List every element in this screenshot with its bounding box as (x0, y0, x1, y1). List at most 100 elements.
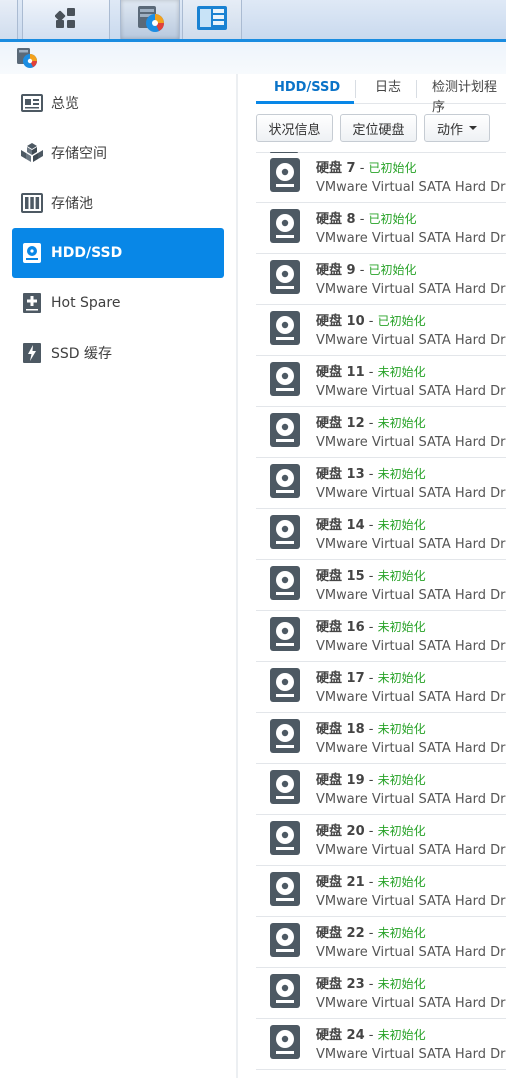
disk-status: 未初始化 (377, 773, 426, 787)
hdd-icon (270, 464, 300, 502)
taskbar-button-control-panel[interactable] (182, 0, 242, 39)
disk-name: 硬盘 16 (316, 620, 365, 635)
disk-model: VMware Virtual SATA Hard Drive (316, 690, 506, 705)
taskbar-button-storage-manager[interactable] (120, 0, 180, 39)
separator: - (355, 212, 369, 227)
tab-test-scheduler[interactable]: 检测计划程序 (432, 78, 506, 115)
disk-status: 未初始化 (377, 518, 426, 532)
disk-model: VMware Virtual SATA Hard Drive (316, 231, 506, 246)
tab-bar: HDD/SSD 日志 检测计划程序 (256, 74, 506, 115)
hdd-icon (21, 242, 43, 264)
sidebar-item-hdd-ssd[interactable]: HDD/SSD (12, 228, 224, 278)
tab-hdd-ssd[interactable]: HDD/SSD (274, 78, 340, 102)
disk-row[interactable]: 硬盘 18 - 未初始化 VMware Virtual SATA Hard Dri… (256, 713, 506, 764)
hdd-icon (270, 617, 300, 655)
disk-row[interactable]: 硬盘 17 - 未初始化 VMware Virtual SATA Hard Dri… (256, 662, 506, 713)
sidebar-item-label: Hot Spare (51, 295, 121, 311)
disk-model: VMware Virtual SATA Hard Drive (316, 588, 506, 603)
separator: - (364, 773, 378, 788)
window-header (0, 42, 506, 74)
disk-row[interactable]: 硬盘 7 - 已初始化 VMware Virtual SATA Hard Driv… (256, 152, 506, 203)
disk-model: VMware Virtual SATA Hard Drive (316, 486, 506, 501)
storage-manager-icon (16, 47, 38, 73)
disk-name: 硬盘 24 (316, 1028, 365, 1043)
tab-log[interactable]: 日志 (375, 78, 401, 102)
separator: - (364, 824, 378, 839)
action-dropdown-button[interactable]: 动作 (424, 114, 490, 142)
hot-spare-plus-icon (21, 292, 43, 314)
separator: - (364, 467, 378, 482)
separator: - (364, 977, 378, 992)
disk-title: 硬盘 19 - 未初始化 (316, 769, 426, 788)
sidebar-item-overview[interactable]: 总览 (12, 78, 224, 128)
disk-name: 硬盘 15 (316, 569, 365, 584)
disk-row[interactable]: 硬盘 16 - 未初始化 VMware Virtual SATA Hard Dri… (256, 611, 506, 662)
sidebar-item-label: 总览 (51, 96, 79, 112)
separator: - (364, 722, 378, 737)
disk-status: 未初始化 (377, 926, 426, 940)
status-info-button[interactable]: 状况信息 (256, 114, 333, 142)
sidebar-item-hot-spare[interactable]: Hot Spare (12, 278, 224, 328)
separator: - (364, 875, 378, 890)
separator: - (364, 926, 378, 941)
disk-name: 硬盘 22 (316, 926, 365, 941)
disk-title: 硬盘 13 - 未初始化 (316, 463, 426, 482)
ssd-cache-bolt-icon (21, 342, 43, 364)
hdd-icon (270, 1025, 300, 1063)
disk-status: 未初始化 (377, 569, 426, 583)
active-tab-indicator (256, 101, 354, 104)
disk-row[interactable]: 硬盘 12 - 未初始化 VMware Virtual SATA Hard Dri… (256, 407, 506, 458)
disk-row[interactable]: 硬盘 24 - 未初始化 VMware Virtual SATA Hard Dri… (256, 1019, 506, 1070)
hdd-icon (270, 209, 300, 247)
disk-name: 硬盘 19 (316, 773, 365, 788)
disk-model: VMware Virtual SATA Hard Drive (316, 996, 506, 1011)
disk-name: 硬盘 14 (316, 518, 365, 533)
disk-name: 硬盘 21 (316, 875, 365, 890)
disk-status: 已初始化 (368, 263, 417, 277)
sidebar-item-storage-pool[interactable]: 存储池 (12, 178, 224, 228)
hdd-icon (270, 158, 300, 196)
disk-name: 硬盘 23 (316, 977, 365, 992)
disk-title: 硬盘 9 - 已初始化 (316, 259, 417, 278)
sidebar-item-label: SSD 缓存 (51, 346, 113, 362)
disk-row[interactable]: 硬盘 8 - 已初始化 VMware Virtual SATA Hard Driv… (256, 203, 506, 254)
sidebar-item-volume[interactable]: 存储空间 (12, 128, 224, 178)
sidebar-item-label: 存储池 (51, 196, 93, 212)
disk-row[interactable]: 硬盘 9 - 已初始化 VMware Virtual SATA Hard Driv… (256, 254, 506, 305)
disk-status: 未初始化 (377, 365, 426, 379)
apps-grid-icon (54, 7, 77, 33)
disk-title: 硬盘 21 - 未初始化 (316, 871, 426, 890)
hdd-icon (270, 719, 300, 757)
disk-row[interactable]: 硬盘 22 - 未初始化 VMware Virtual SATA Hard Dri… (256, 917, 506, 968)
disk-row[interactable]: 硬盘 20 - 未初始化 VMware Virtual SATA Hard Dri… (256, 815, 506, 866)
hdd-icon (270, 311, 300, 349)
disk-row[interactable]: 硬盘 21 - 未初始化 VMware Virtual SATA Hard Dri… (256, 866, 506, 917)
sidebar-item-ssd-cache[interactable]: SSD 缓存 (12, 328, 224, 378)
disk-title: 硬盘 8 - 已初始化 (316, 208, 417, 227)
disk-row[interactable]: 硬盘 15 - 未初始化 VMware Virtual SATA Hard Dri… (256, 560, 506, 611)
disk-row[interactable]: 硬盘 11 - 未初始化 VMware Virtual SATA Hard Dri… (256, 356, 506, 407)
disk-name: 硬盘 12 (316, 416, 365, 431)
overview-icon (21, 92, 43, 114)
locate-disk-button[interactable]: 定位硬盘 (340, 114, 417, 142)
disk-status: 已初始化 (368, 212, 417, 226)
disk-row[interactable]: 硬盘 13 - 未初始化 VMware Virtual SATA Hard Dri… (256, 458, 506, 509)
disk-name: 硬盘 9 (316, 263, 356, 278)
disk-status: 未初始化 (377, 722, 426, 736)
main-panel: HDD/SSD 日志 检测计划程序 状况信息 定位硬盘 动作 硬盘 7 - 已初… (240, 74, 506, 1078)
disk-status: 已初始化 (368, 161, 417, 175)
disk-title: 硬盘 17 - 未初始化 (316, 667, 426, 686)
disk-row[interactable]: 硬盘 14 - 未初始化 VMware Virtual SATA Hard Dri… (256, 509, 506, 560)
sidebar-item-label: HDD/SSD (51, 245, 123, 261)
disk-row[interactable]: 硬盘 23 - 未初始化 VMware Virtual SATA Hard Dri… (256, 968, 506, 1019)
disk-row[interactable]: 硬盘 19 - 未初始化 VMware Virtual SATA Hard Dri… (256, 764, 506, 815)
disk-name: 硬盘 10 (316, 314, 365, 329)
disk-title: 硬盘 24 - 未初始化 (316, 1024, 426, 1043)
disk-model: VMware Virtual SATA Hard Drive (316, 435, 506, 450)
hdd-icon (270, 260, 300, 298)
action-label: 动作 (436, 122, 463, 138)
hdd-icon (270, 821, 300, 859)
disk-row[interactable]: 硬盘 10 - 已初始化 VMware Virtual SATA Hard Dri… (256, 305, 506, 356)
taskbar-button-apps[interactable] (22, 0, 110, 39)
disk-title: 硬盘 14 - 未初始化 (316, 514, 426, 533)
